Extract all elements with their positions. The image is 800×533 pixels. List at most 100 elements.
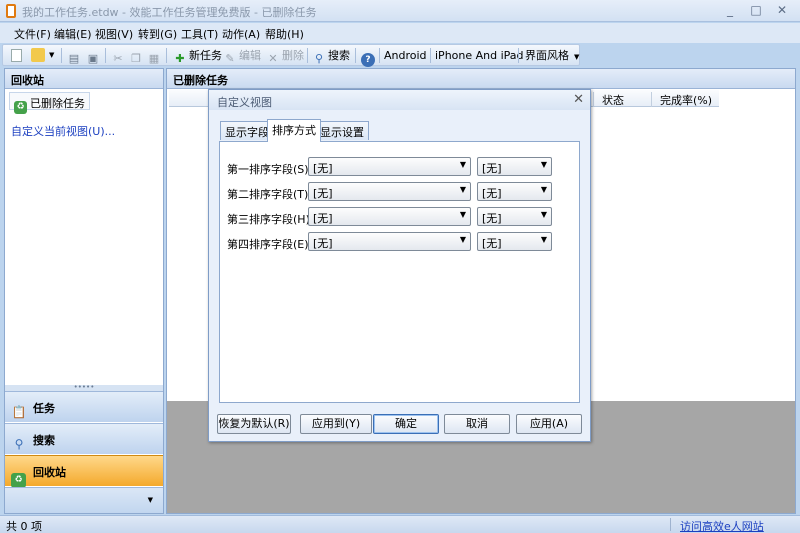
- apply-button[interactable]: 应用(A): [516, 414, 582, 434]
- menu-actions[interactable]: 动作(A): [222, 26, 260, 42]
- sort-field-3-value: [无]: [313, 212, 333, 225]
- paste-icon[interactable]: ▦: [147, 47, 163, 65]
- new-task-button[interactable]: ✚ 新任务: [173, 47, 222, 65]
- dialog-title: 自定义视图: [217, 96, 272, 109]
- delete-button[interactable]: ✕ 删除: [266, 47, 304, 65]
- website-link[interactable]: 访问高效e人网站: [680, 518, 764, 533]
- column-status[interactable]: 状态: [593, 92, 643, 107]
- menu-help[interactable]: 帮助(H): [265, 26, 304, 42]
- chevron-down-icon: ▼: [540, 185, 547, 194]
- search-icon: ⚲: [314, 52, 324, 65]
- tab-display-settings[interactable]: 显示设置: [315, 121, 369, 140]
- toolbar-separator: [518, 48, 519, 63]
- sort-field-2-label: 第二排序字段(T):: [227, 188, 313, 201]
- dialog-close-icon[interactable]: ✕: [573, 92, 584, 107]
- nav-tasks-button[interactable]: 📋 任务: [5, 391, 163, 422]
- column-completion[interactable]: 完成率(%): [651, 92, 723, 107]
- cut-icon[interactable]: ✂: [111, 47, 127, 65]
- new-task-label: 新任务: [189, 49, 222, 62]
- sort-order-3-select[interactable]: [无] ▼: [477, 207, 552, 226]
- theme-label: 界面风格: [525, 49, 569, 62]
- sort-order-1-value: [无]: [482, 162, 502, 175]
- content-title: 已删除任务: [167, 69, 795, 89]
- status-separator: [670, 518, 671, 531]
- status-bar: 共 0 项 访问高效e人网站: [0, 515, 800, 533]
- custom-view-link[interactable]: 自定义当前视图(U)...: [11, 123, 115, 139]
- custom-view-dialog: 自定义视图 ✕ 显示字段 排序方式 显示设置 第一排序字段(S): [无] ▼ […: [208, 89, 591, 442]
- sort-order-3-value: [无]: [482, 212, 502, 225]
- tab-sort-order[interactable]: 排序方式: [267, 119, 321, 142]
- left-panel: 回收站 ♻ 已删除任务 自定义当前视图(U)... ••••• 📋 任务 ⚲ 搜索 ♻…: [4, 68, 164, 514]
- maximize-button[interactable]: □: [744, 2, 768, 18]
- nav-tasks-label: 任务: [33, 402, 55, 415]
- chevron-down-icon: ▼: [540, 210, 547, 219]
- plus-icon: ✚: [175, 52, 185, 65]
- sort-order-1-select[interactable]: [无] ▼: [477, 157, 552, 176]
- nav-recycle-button[interactable]: ♻ 回收站: [5, 455, 163, 488]
- cancel-button[interactable]: 取消: [444, 414, 510, 434]
- toolbar-separator: [355, 48, 356, 63]
- android-button[interactable]: Android: [384, 47, 427, 64]
- toolbar-separator: [430, 48, 431, 63]
- new-file-icon[interactable]: [11, 47, 24, 64]
- task-clipboard-icon: 📋: [11, 405, 27, 419]
- tree-item-label: 已删除任务: [30, 97, 85, 110]
- sort-tab-panel: 第一排序字段(S): [无] ▼ [无] ▼ 第二排序字段(T): [无] ▼ [无]…: [219, 141, 580, 403]
- sort-order-2-value: [无]: [482, 187, 502, 200]
- iphone-ipad-button[interactable]: iPhone And iPad: [435, 47, 524, 64]
- chevron-down-icon: ▼: [574, 53, 580, 61]
- sort-order-4-select[interactable]: [无] ▼: [477, 232, 552, 251]
- dialog-title-bar: 自定义视图 ✕: [209, 90, 590, 110]
- copy-icon[interactable]: ❐: [129, 47, 145, 65]
- menu-goto[interactable]: 转到(G): [138, 26, 177, 42]
- chevron-down-icon: ▼: [459, 210, 466, 219]
- ok-button[interactable]: 确定: [373, 414, 439, 434]
- toolbar-separator: [379, 48, 380, 63]
- sort-field-1-select[interactable]: [无] ▼: [308, 157, 471, 176]
- window-title: 我的工作任务.etdw - 效能工作任务管理免费版 - 已删除任务: [22, 6, 317, 19]
- search-button[interactable]: ⚲ 搜索: [312, 47, 350, 65]
- open-folder-icon[interactable]: [31, 47, 47, 64]
- tree-item-deleted-tasks[interactable]: ♻ 已删除任务: [9, 92, 90, 114]
- sort-field-2-value: [无]: [313, 187, 333, 200]
- menu-tools[interactable]: 工具(T): [181, 26, 218, 42]
- toolbar-separator: [166, 48, 167, 63]
- theme-dropdown[interactable]: 界面风格 ▼: [525, 47, 579, 64]
- print-icon[interactable]: ▤: [67, 47, 83, 65]
- sort-field-4-select[interactable]: [无] ▼: [308, 232, 471, 251]
- toolbar-separator: [105, 48, 106, 63]
- left-panel-title: 回收站: [5, 69, 163, 89]
- nav-recycle-label: 回收站: [33, 466, 66, 479]
- print-preview-icon[interactable]: ▣: [86, 47, 102, 65]
- sort-field-4-value: [无]: [313, 237, 333, 250]
- open-dropdown-icon[interactable]: ▼: [49, 47, 54, 64]
- search-icon: ⚲: [14, 437, 24, 451]
- edit-button[interactable]: ✎ 编辑: [223, 47, 261, 65]
- help-icon[interactable]: ?: [361, 47, 377, 67]
- chevron-down-icon: ▼: [459, 235, 466, 244]
- delete-icon: ✕: [268, 52, 278, 65]
- menu-file[interactable]: 文件(F): [14, 26, 51, 42]
- restore-default-button[interactable]: 恢复为默认(R): [217, 414, 291, 434]
- nav-search-button[interactable]: ⚲ 搜索: [5, 423, 163, 454]
- chevron-down-icon: ▼: [540, 235, 547, 244]
- menu-view[interactable]: 视图(V): [95, 26, 133, 42]
- item-count: 共 0 项: [6, 520, 42, 533]
- nav-footer: ▼: [5, 487, 163, 513]
- recycle-icon: ♻: [14, 101, 27, 114]
- apply-to-button[interactable]: 应用到(Y): [300, 414, 372, 434]
- minimize-button[interactable]: _: [718, 2, 742, 18]
- sort-field-3-label: 第三排序字段(H):: [227, 213, 314, 226]
- sort-order-4-value: [无]: [482, 237, 502, 250]
- recycle-icon: ♻: [11, 468, 27, 488]
- title-bar: 我的工作任务.etdw - 效能工作任务管理免费版 - 已删除任务 _ □ ✕: [0, 0, 800, 22]
- menu-bar: 文件(F) 编辑(E) 视图(V) 转到(G) 工具(T) 动作(A) 帮助(H…: [0, 23, 800, 43]
- nav-options-chevron-icon[interactable]: ▼: [148, 496, 153, 504]
- menu-edit[interactable]: 编辑(E): [54, 26, 92, 42]
- tab-display-fields[interactable]: 显示字段: [220, 121, 274, 140]
- sort-field-3-select[interactable]: [无] ▼: [308, 207, 471, 226]
- sort-order-2-select[interactable]: [无] ▼: [477, 182, 552, 201]
- close-button[interactable]: ✕: [770, 2, 794, 18]
- sort-field-2-select[interactable]: [无] ▼: [308, 182, 471, 201]
- search-label: 搜索: [328, 49, 350, 62]
